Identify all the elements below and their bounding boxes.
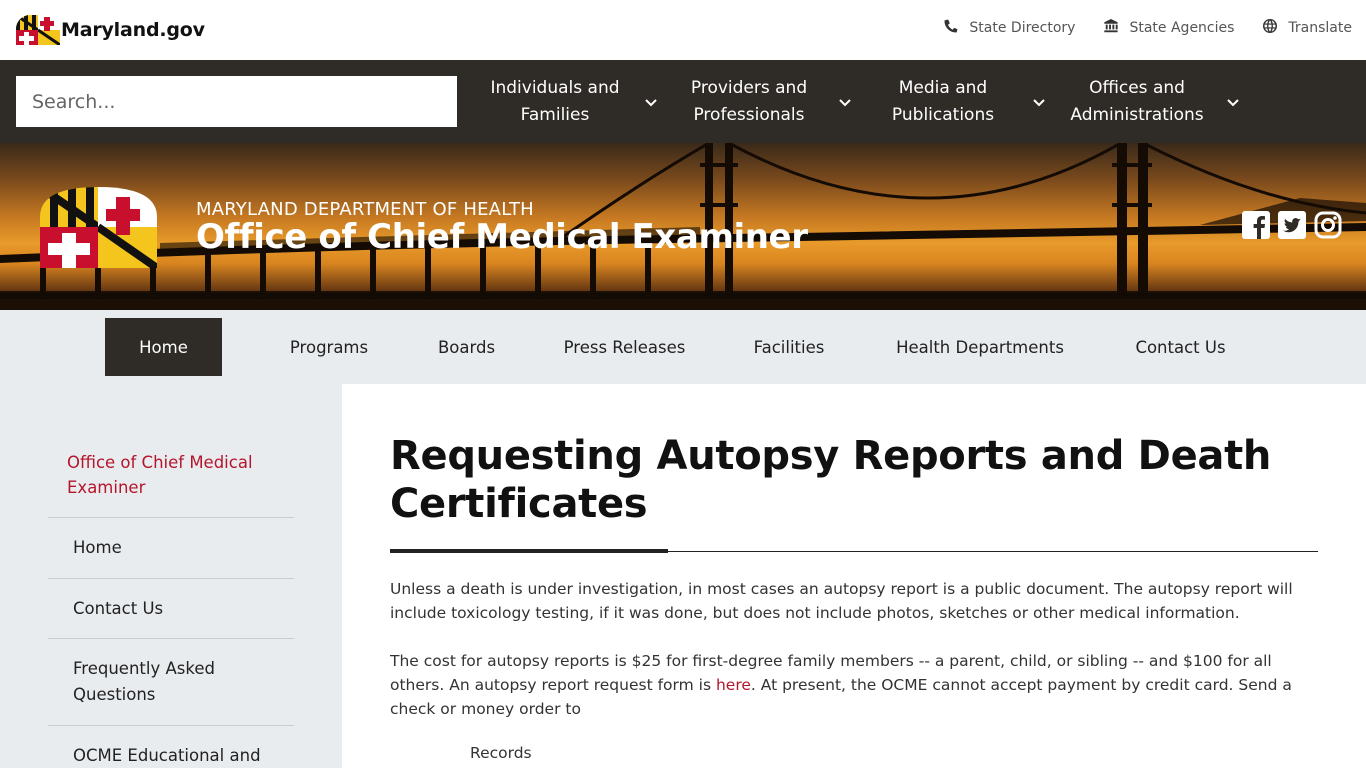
state-agencies-link[interactable]: State Agencies	[1103, 18, 1234, 38]
globe-icon	[1262, 18, 1278, 38]
main-nav-menu: Individuals and Families Providers and P…	[472, 60, 1248, 143]
secnav-press-releases[interactable]: Press Releases	[548, 318, 701, 376]
nav-item-label: Individuals and Families	[490, 77, 620, 125]
nav-item-label: Offices and Administrations	[1070, 77, 1204, 125]
maryland-seal-icon	[40, 187, 157, 268]
state-agencies-label: State Agencies	[1129, 20, 1235, 36]
translate-link[interactable]: Translate	[1262, 18, 1352, 38]
nav-offices-administrations[interactable]: Offices and Administrations	[1054, 60, 1248, 143]
building-icon	[1103, 18, 1119, 38]
twitter-icon[interactable]	[1278, 211, 1306, 239]
instagram-icon[interactable]	[1314, 211, 1342, 239]
social-links	[1242, 211, 1342, 239]
chevron-down-icon	[839, 98, 851, 106]
maryland-flag-icon	[16, 15, 60, 45]
utility-bar: Maryland.gov State Directory State Agenc…	[0, 0, 1366, 60]
request-form-link[interactable]: here	[716, 676, 751, 694]
main-navigation-bar: Individuals and Families Providers and P…	[0, 60, 1366, 143]
agency-banner: MARYLAND DEPARTMENT OF HEALTH Office of …	[0, 143, 1366, 310]
site-name: Maryland.gov	[61, 19, 205, 41]
secnav-programs[interactable]: Programs	[270, 318, 388, 376]
secondary-navigation: Home Programs Boards Press Releases Faci…	[0, 310, 1366, 384]
sidebar: Office of Chief Medical Examiner Home Co…	[0, 384, 342, 768]
cost-paragraph: The cost for autopsy reports is $25 for …	[390, 649, 1318, 721]
secnav-boards[interactable]: Boards	[420, 318, 513, 376]
chevron-down-icon	[1227, 98, 1239, 106]
sidebar-heading-link[interactable]: Office of Chief Medical Examiner	[67, 450, 297, 500]
facebook-icon[interactable]	[1242, 211, 1270, 239]
office-title: Office of Chief Medical Examiner	[196, 217, 808, 257]
utility-links: State Directory State Agencies Translate	[943, 18, 1352, 38]
state-directory-label: State Directory	[969, 20, 1076, 36]
sidebar-item-faq[interactable]: Frequently Asked Questions	[48, 638, 294, 726]
title-divider-accent	[390, 549, 668, 553]
translate-label: Translate	[1288, 20, 1352, 36]
secnav-contact-us[interactable]: Contact Us	[1119, 318, 1242, 376]
page-title: Requesting Autopsy Reports and Death Cer…	[390, 433, 1272, 527]
secnav-home[interactable]: Home	[105, 318, 222, 376]
chevron-down-icon	[645, 98, 657, 106]
sidebar-item-home[interactable]: Home	[48, 517, 294, 578]
maryland-gov-logo[interactable]: Maryland.gov	[16, 15, 205, 45]
nav-providers-professionals[interactable]: Providers and Professionals	[666, 60, 860, 143]
nav-media-publications[interactable]: Media and Publications	[860, 60, 1054, 143]
secnav-health-departments[interactable]: Health Departments	[875, 318, 1085, 376]
mailing-address-line: Records	[470, 744, 532, 762]
intro-paragraph: Unless a death is under investigation, i…	[390, 580, 1293, 622]
nav-individuals-families[interactable]: Individuals and Families	[472, 60, 666, 143]
sidebar-item-ocme-educational[interactable]: OCME Educational and	[48, 725, 294, 768]
sidebar-item-contact-us[interactable]: Contact Us	[48, 578, 294, 639]
nav-item-label: Media and Publications	[891, 77, 995, 125]
phone-icon	[943, 18, 959, 38]
secnav-facilities[interactable]: Facilities	[737, 318, 841, 376]
search-input[interactable]	[16, 76, 457, 127]
state-directory-link[interactable]: State Directory	[943, 18, 1075, 38]
nav-item-label: Providers and Professionals	[690, 77, 808, 125]
chevron-down-icon	[1033, 98, 1045, 106]
